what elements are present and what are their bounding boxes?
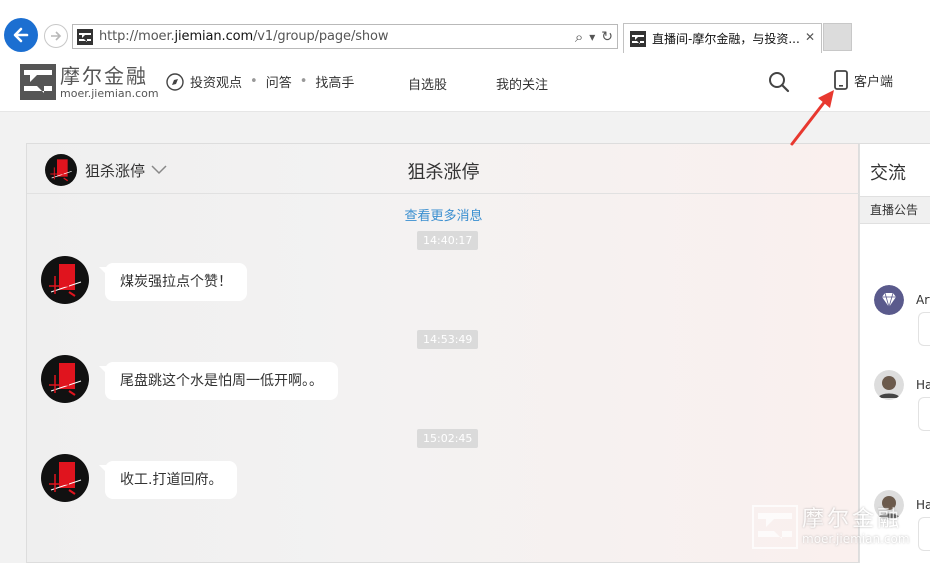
chat-header: 狙杀涨停 狙杀涨停 bbox=[27, 144, 860, 194]
watermark-domain: moer.jiemian.com bbox=[802, 532, 910, 546]
search-icon[interactable]: ⌕ bbox=[575, 28, 583, 46]
annotation-arrow-icon bbox=[790, 90, 834, 146]
comment-bubble bbox=[918, 517, 930, 551]
logo-mark-icon bbox=[20, 64, 56, 100]
message-bubble: 煤炭强拉点个赞！ bbox=[99, 263, 247, 301]
address-bar[interactable]: http://moer.jiemian.com/v1/group/page/sh… bbox=[72, 24, 618, 49]
new-tab-button[interactable] bbox=[823, 23, 852, 51]
chat-title: 狙杀涨停 bbox=[407, 162, 480, 183]
watermark-logo-icon bbox=[752, 505, 798, 549]
watermark-title: 摩尔金融 bbox=[802, 507, 903, 532]
message-avatar[interactable] bbox=[41, 256, 89, 304]
message-avatar[interactable] bbox=[41, 454, 89, 502]
tab-favicon-icon bbox=[630, 30, 646, 47]
watermark: 摩尔金融 moer.jiemian.com bbox=[752, 505, 910, 549]
url-text: http://moer.jiemian.com/v1/group/page/sh… bbox=[99, 29, 389, 44]
user-name: Ha bbox=[916, 498, 930, 512]
nav-item-experts[interactable]: 找高手 bbox=[315, 72, 354, 91]
main-nav: 投资观点 • 问答 • 找高手 bbox=[166, 72, 354, 91]
nav-item-viewpoints[interactable]: 投资观点 bbox=[190, 72, 242, 91]
chat-panel: 狙杀涨停 狙杀涨停 查看更多消息 14:40:17 煤炭强拉点个赞！ 14:53… bbox=[26, 143, 860, 563]
browser-chrome: http://moer.jiemian.com/v1/group/page/sh… bbox=[0, 0, 930, 54]
forward-button[interactable] bbox=[44, 24, 68, 48]
browser-tab[interactable]: 直播间-摩尔金融，与投资... ✕ bbox=[623, 23, 822, 53]
nav-item-following[interactable]: 我的关注 bbox=[496, 74, 548, 93]
message-bubble: 尾盘跳这个水是怕周一低开啊。。 bbox=[99, 362, 338, 400]
client-download-button[interactable]: 客户端 bbox=[834, 70, 893, 90]
nav-separator: • bbox=[250, 74, 258, 89]
comment-bubble bbox=[918, 397, 930, 431]
diamond-avatar bbox=[874, 285, 904, 315]
compass-icon bbox=[166, 72, 184, 91]
user-name: Art bbox=[916, 293, 930, 307]
site-logo[interactable]: 摩尔金融 moer.jiemian.com bbox=[20, 64, 159, 100]
nav-item-watchlist[interactable]: 自选股 bbox=[408, 74, 447, 93]
tab-title: 直播间-摩尔金融，与投资... bbox=[652, 32, 800, 46]
message-timestamp: 14:53:49 bbox=[417, 330, 479, 349]
arrow-left-icon bbox=[13, 27, 29, 43]
arrow-right-icon bbox=[51, 31, 62, 41]
message-timestamp: 15:02:45 bbox=[417, 429, 479, 448]
message-avatar[interactable] bbox=[41, 355, 89, 403]
client-label: 客户端 bbox=[854, 74, 894, 90]
discussion-title: 交流 bbox=[870, 163, 906, 184]
refresh-icon[interactable]: ↻ bbox=[601, 29, 613, 45]
logo-domain: moer.jiemian.com bbox=[60, 86, 159, 100]
user-avatar bbox=[874, 370, 904, 400]
comment-bubble bbox=[918, 312, 930, 346]
message-bubble: 收工.打道回府。 bbox=[98, 461, 238, 499]
nav-item-qa[interactable]: 问答 bbox=[266, 72, 292, 91]
logo-title: 摩尔金融 bbox=[60, 63, 148, 88]
discussion-panel: 交流 直播公告 Art Ha Ha bbox=[859, 143, 930, 563]
dropdown-icon[interactable]: ▾ bbox=[589, 30, 595, 44]
nav-separator: • bbox=[299, 74, 308, 89]
discussion-user[interactable]: Art bbox=[874, 285, 930, 315]
load-more-link[interactable]: 查看更多消息 bbox=[27, 205, 860, 224]
user-name: Ha bbox=[916, 378, 930, 392]
close-tab-icon[interactable]: ✕ bbox=[805, 30, 815, 44]
tab-announcement[interactable]: 直播公告 bbox=[860, 196, 930, 224]
back-button[interactable] bbox=[4, 18, 38, 52]
site-favicon-icon bbox=[77, 28, 93, 45]
discussion-user[interactable]: Ha bbox=[874, 370, 930, 400]
message-timestamp: 14:40:17 bbox=[417, 231, 479, 250]
